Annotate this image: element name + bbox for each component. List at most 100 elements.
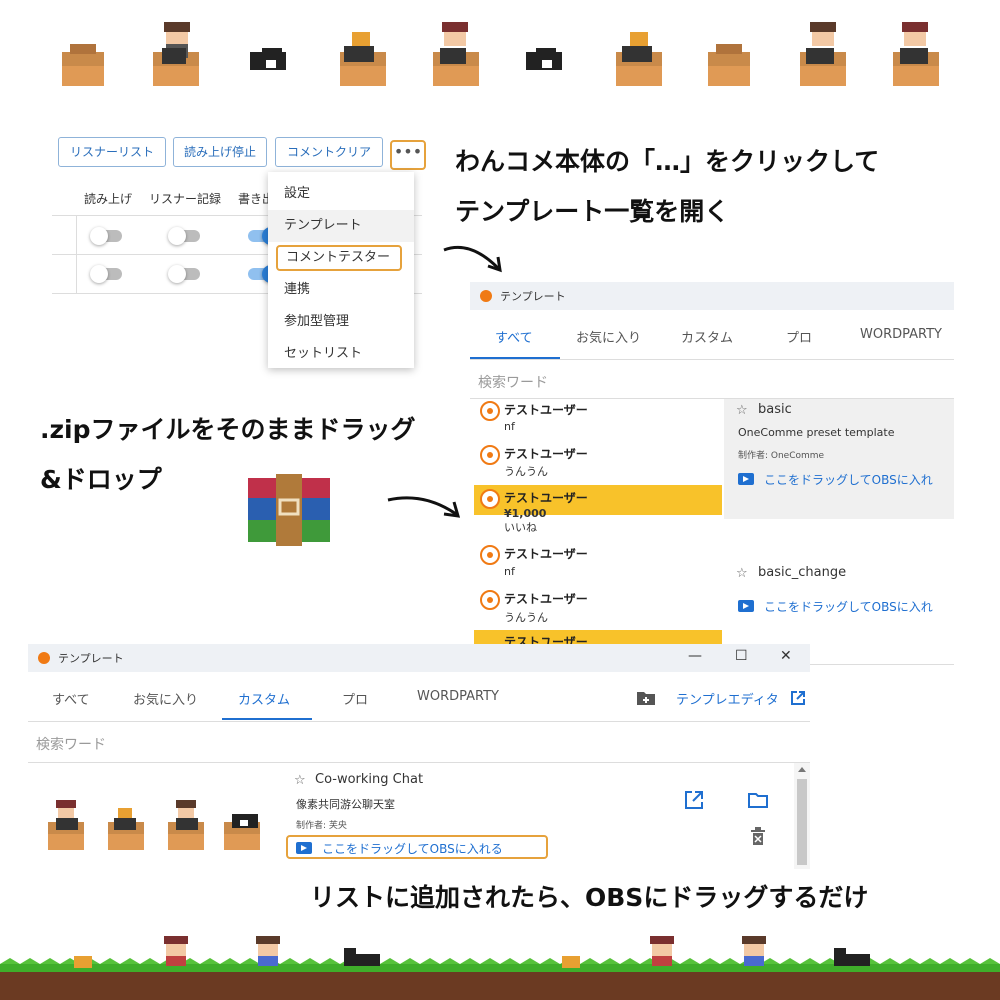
divider [28, 762, 810, 763]
desk-2-person [153, 22, 199, 86]
pixel-person [256, 936, 280, 966]
listener-list-button[interactable]: リスナーリスト [58, 137, 166, 167]
add-folder-icon[interactable] [636, 690, 656, 706]
pixel-desk-row-top [62, 22, 939, 86]
maximize-button[interactable]: ☐ [735, 648, 748, 664]
listener-record-toggle[interactable] [168, 265, 200, 283]
stop-reading-button[interactable]: 読み上げ停止 [173, 137, 267, 167]
search-input[interactable]: 検索ワード [36, 734, 106, 754]
template-name: basic_change [758, 565, 847, 580]
drag-to-obs-icon [738, 600, 754, 612]
open-external-icon[interactable] [790, 690, 806, 706]
comment-user: テストユーザー [504, 547, 588, 561]
drag-to-obs-icon [738, 473, 754, 485]
favorite-star-icon[interactable]: ☆ [294, 773, 306, 788]
tab-favorites[interactable]: お気に入り [133, 689, 198, 708]
onecomme-logo-icon [38, 652, 50, 664]
tab-all[interactable]: すべて [52, 689, 90, 708]
comment-text: いいね [504, 521, 537, 534]
menu-item-setlist[interactable]: セットリスト [268, 338, 414, 370]
search-input[interactable]: 検索ワード [478, 372, 548, 392]
desk-5-person [433, 22, 479, 86]
desk-4-dog [340, 32, 386, 86]
open-external-icon[interactable] [684, 790, 704, 810]
template-description: 像素共同游公聊天室 [296, 798, 395, 811]
template-preview-basic: テストユーザー nf テストユーザー うんうん テストユーザー ¥1,000 [470, 399, 724, 519]
onecomme-logo-icon [480, 290, 492, 302]
drag-to-obs-link[interactable]: ここをドラッグしてOBSに入れる [322, 840, 503, 857]
menu-item-templates[interactable]: テンプレート [268, 210, 414, 242]
arrow-icon [387, 496, 461, 518]
reading-toggle[interactable] [90, 265, 122, 283]
tab-favorites[interactable]: お気に入り [576, 327, 641, 346]
caption-step3: リストに追加されたら、OBSにドラッグするだけ [310, 883, 869, 912]
window-title: テンプレート [500, 290, 566, 303]
minimize-button[interactable]: — [688, 648, 702, 664]
template-author: 制作者: 芙央 [296, 821, 347, 831]
comment-text: nf [504, 565, 515, 578]
avatar [480, 590, 500, 610]
more-options-button[interactable]: ••• [390, 140, 426, 170]
menu-item-integration[interactable]: 連携 [268, 274, 414, 306]
comment-user: テストユーザー [504, 491, 588, 505]
favorite-star-icon[interactable]: ☆ [736, 403, 748, 418]
folder-icon[interactable] [747, 791, 769, 809]
comment-amount: ¥1,000 [504, 507, 547, 519]
pixel-ground-strip [0, 936, 1000, 1000]
custom-window-titlebar: テンプレート — ☐ ✕ [28, 644, 810, 672]
tab-custom[interactable]: カスタム [681, 327, 733, 346]
divider [28, 721, 810, 722]
caption-step2-line1: .zipファイルをそのままドラッグ [40, 415, 416, 444]
pixel-person [650, 936, 674, 966]
active-tab-indicator [222, 718, 312, 720]
scroll-up-arrow-icon[interactable] [798, 767, 806, 772]
template-description: OneComme preset template [738, 426, 895, 439]
divider [76, 215, 77, 293]
avatar [480, 401, 500, 421]
comment-text: nf [504, 420, 515, 433]
desk-9-person [800, 22, 846, 86]
drag-to-obs-link[interactable]: ここをドラッグしてOBSに入れ [764, 598, 954, 615]
scrollbar-thumb[interactable] [797, 779, 807, 865]
desk-6-cat [523, 48, 569, 82]
menu-item-comment-tester[interactable]: コメントテスター [276, 245, 402, 271]
caption-step2-line2: &ドロップ [40, 465, 162, 494]
scrollbar[interactable] [794, 763, 810, 869]
comment-text: うんうん [504, 465, 548, 478]
pixel-person [742, 936, 766, 966]
caption-step1-line1: わんコメ本体の「…」をクリックして [455, 147, 880, 176]
listener-record-toggle[interactable] [168, 227, 200, 245]
divider [470, 359, 954, 360]
drag-to-obs-icon [296, 842, 312, 854]
template-window-titlebar: テンプレート [470, 282, 954, 310]
desk-8-empty [708, 44, 750, 86]
window-title: テンプレート [58, 652, 124, 665]
desk-3-cat [247, 48, 293, 82]
reading-toggle[interactable] [90, 227, 122, 245]
tab-pro[interactable]: プロ [342, 689, 368, 708]
pixel-cat [834, 948, 870, 966]
menu-item-settings[interactable]: 設定 [268, 178, 414, 210]
divider [810, 664, 954, 665]
template-editor-link[interactable]: テンプレエディタ [676, 689, 779, 708]
drag-to-obs-link[interactable]: ここをドラッグしてOBSに入れ [764, 471, 954, 488]
tab-pro[interactable]: プロ [786, 327, 812, 346]
tab-all[interactable]: すべて [495, 327, 533, 346]
tab-custom[interactable]: カスタム [238, 689, 290, 708]
comment-user: テストユーザー [504, 592, 588, 606]
column-header-listener-record: リスナー記録 [149, 192, 222, 206]
delete-icon[interactable] [750, 827, 766, 845]
comment-text: うんうん [504, 611, 548, 624]
pixel-cat [344, 948, 380, 966]
favorite-star-icon[interactable]: ☆ [736, 566, 748, 581]
tab-wordparty[interactable]: WORDPARTY [417, 689, 499, 704]
desk-1-empty [62, 44, 104, 86]
avatar [480, 545, 500, 565]
tab-wordparty[interactable]: WORDPARTY [860, 327, 942, 342]
desk-7-dog [616, 32, 662, 86]
clear-comments-button[interactable]: コメントクリア [275, 137, 383, 167]
template-name: basic [758, 402, 792, 417]
desk-10-person [893, 22, 939, 86]
close-button[interactable]: ✕ [780, 648, 792, 664]
menu-item-participation[interactable]: 参加型管理 [268, 306, 414, 338]
